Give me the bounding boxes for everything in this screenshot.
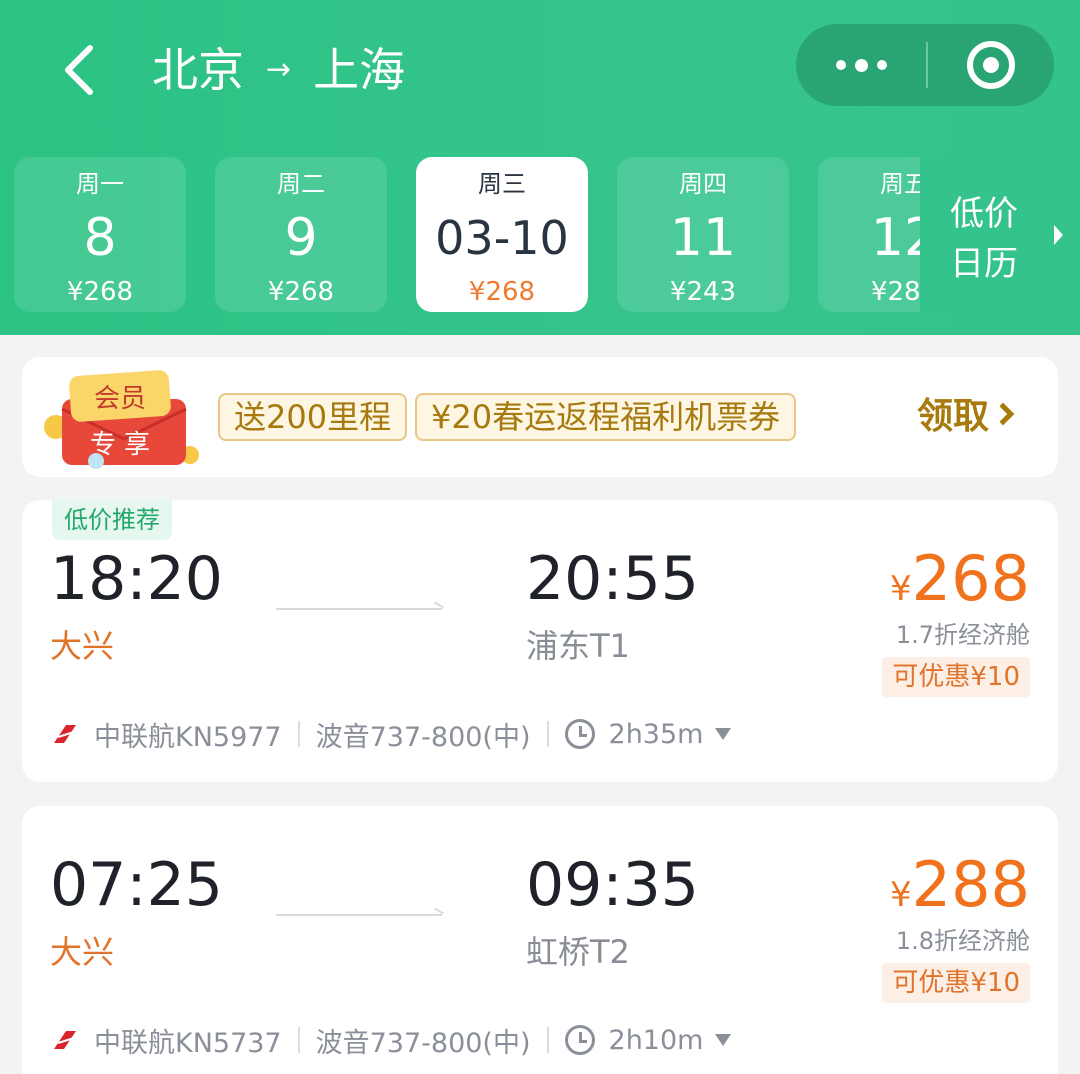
date-price: ¥268 xyxy=(468,277,536,307)
meta-divider xyxy=(297,1027,300,1053)
promo-pill-mileage: 送200里程 xyxy=(218,393,408,441)
route-arrow: → xyxy=(266,52,292,87)
flight-card[interactable]: 低价推荐 18:20 20:55 大兴 浦东T1 ¥268 1.7折经济舱 可优… xyxy=(22,500,1058,782)
date-weekday: 周一 xyxy=(76,170,124,198)
date-item-selected[interactable]: 周三 03-10 ¥268 xyxy=(416,157,588,312)
low-price-tag: 低价推荐 xyxy=(52,500,172,540)
aircraft-type: 波音737-800(中) xyxy=(315,721,531,753)
route-line xyxy=(276,914,442,916)
date-price: ¥268 xyxy=(66,277,134,307)
date-weekday: 周二 xyxy=(277,170,325,198)
date-weekday: 周三 xyxy=(478,170,526,198)
dropdown-triangle-icon[interactable] xyxy=(715,728,732,740)
cabin-class: 1.8折经济舱 xyxy=(895,927,1030,955)
flight-number: 中联航KN5977 xyxy=(94,721,282,753)
price-value: 268 xyxy=(911,542,1030,615)
flight-meta: 中联航KN5977 波音737-800(中) 2h35m xyxy=(52,714,732,754)
date-weekday: 周五 xyxy=(880,170,920,198)
date-price: ¥243 xyxy=(669,277,737,307)
flight-meta: 中联航KN5737 波音737-800(中) 2h10m xyxy=(52,1020,732,1060)
date-item[interactable]: 周二 9 ¥268 xyxy=(215,157,387,312)
currency-symbol: ¥ xyxy=(890,569,912,609)
close-target-icon[interactable] xyxy=(928,24,1054,106)
departure-airport: 大兴 xyxy=(50,627,115,665)
claim-label: 领取 xyxy=(917,396,990,437)
arrival-time: 20:55 xyxy=(526,544,699,614)
meta-divider xyxy=(546,721,549,747)
flight-price: ¥288 xyxy=(890,850,1030,930)
departure-airport: 大兴 xyxy=(50,933,115,971)
date-item[interactable]: 周四 11 ¥243 xyxy=(617,157,789,312)
dropdown-triangle-icon[interactable] xyxy=(715,1034,732,1046)
route-line xyxy=(276,608,442,610)
date-item[interactable]: 周五 12 ¥288 xyxy=(818,157,920,312)
header: 北京 → 上海 周一 8 ¥268 周二 9 ¥268 周三 03-10 ¥26… xyxy=(0,0,1080,335)
low-calendar-line1: 低价 xyxy=(950,194,1018,234)
date-day: 8 xyxy=(83,208,117,268)
destination-city: 上海 xyxy=(313,43,406,97)
meta-divider xyxy=(297,721,300,747)
flight-card[interactable]: 07:25 09:35 大兴 虹桥T2 ¥288 1.8折经济舱 可优惠¥10 … xyxy=(22,806,1058,1074)
arrival-airport: 浦东T1 xyxy=(526,627,630,665)
discount-badge: 可优惠¥10 xyxy=(882,963,1030,1003)
member-banner[interactable]: 会员 专享 送200里程 ¥20春运返程福利机票券 领取 xyxy=(22,357,1058,477)
flight-duration: 2h10m xyxy=(608,1024,704,1056)
price-value: 288 xyxy=(911,848,1030,921)
date-strip: 周一 8 ¥268 周二 9 ¥268 周三 03-10 ¥268 周四 11 … xyxy=(14,157,920,312)
route-title: 北京 → 上海 xyxy=(152,40,405,100)
flight-price: ¥268 xyxy=(890,544,1030,624)
caret-right-icon xyxy=(1054,225,1063,245)
date-day: 12 xyxy=(870,208,920,268)
date-day: 03-10 xyxy=(435,211,569,265)
date-day: 9 xyxy=(284,208,318,268)
date-item[interactable]: 周一 8 ¥268 xyxy=(14,157,186,312)
low-calendar-line2: 日历 xyxy=(950,244,1018,284)
currency-symbol: ¥ xyxy=(890,875,912,915)
departure-time: 18:20 xyxy=(50,544,223,614)
arrival-time: 09:35 xyxy=(526,850,699,920)
discount-badge: 可优惠¥10 xyxy=(882,657,1030,697)
airline-logo-icon xyxy=(54,1031,76,1049)
airline-logo-icon xyxy=(54,725,76,743)
origin-city: 北京 xyxy=(152,43,244,97)
claim-button[interactable]: 领取 xyxy=(917,393,1015,441)
low-price-calendar-button[interactable]: 低价 日历 xyxy=(920,157,1080,312)
aircraft-type: 波音737-800(中) xyxy=(315,1027,531,1059)
departure-time: 07:25 xyxy=(50,850,223,920)
flight-duration: 2h35m xyxy=(608,718,704,750)
arrival-airport: 虹桥T2 xyxy=(526,933,630,971)
more-icon[interactable] xyxy=(796,24,926,106)
clock-icon xyxy=(564,1025,595,1055)
clock-icon xyxy=(564,719,595,749)
date-day: 11 xyxy=(669,208,737,268)
date-price: ¥288 xyxy=(870,277,920,307)
back-arrow-icon[interactable] xyxy=(60,42,100,98)
chevron-right-icon xyxy=(991,402,1015,426)
cabin-class: 1.7折经济舱 xyxy=(895,621,1030,649)
promo-pill-coupon: ¥20春运返程福利机票券 xyxy=(415,393,797,441)
meta-divider xyxy=(546,1027,549,1053)
date-weekday: 周四 xyxy=(679,170,727,198)
red-envelope-icon: 会员 专享 xyxy=(44,370,199,469)
date-price: ¥268 xyxy=(267,277,335,307)
badge-text-member: 会员 xyxy=(94,384,146,414)
mini-program-capsule xyxy=(796,24,1054,106)
flight-number: 中联航KN5737 xyxy=(94,1027,282,1059)
